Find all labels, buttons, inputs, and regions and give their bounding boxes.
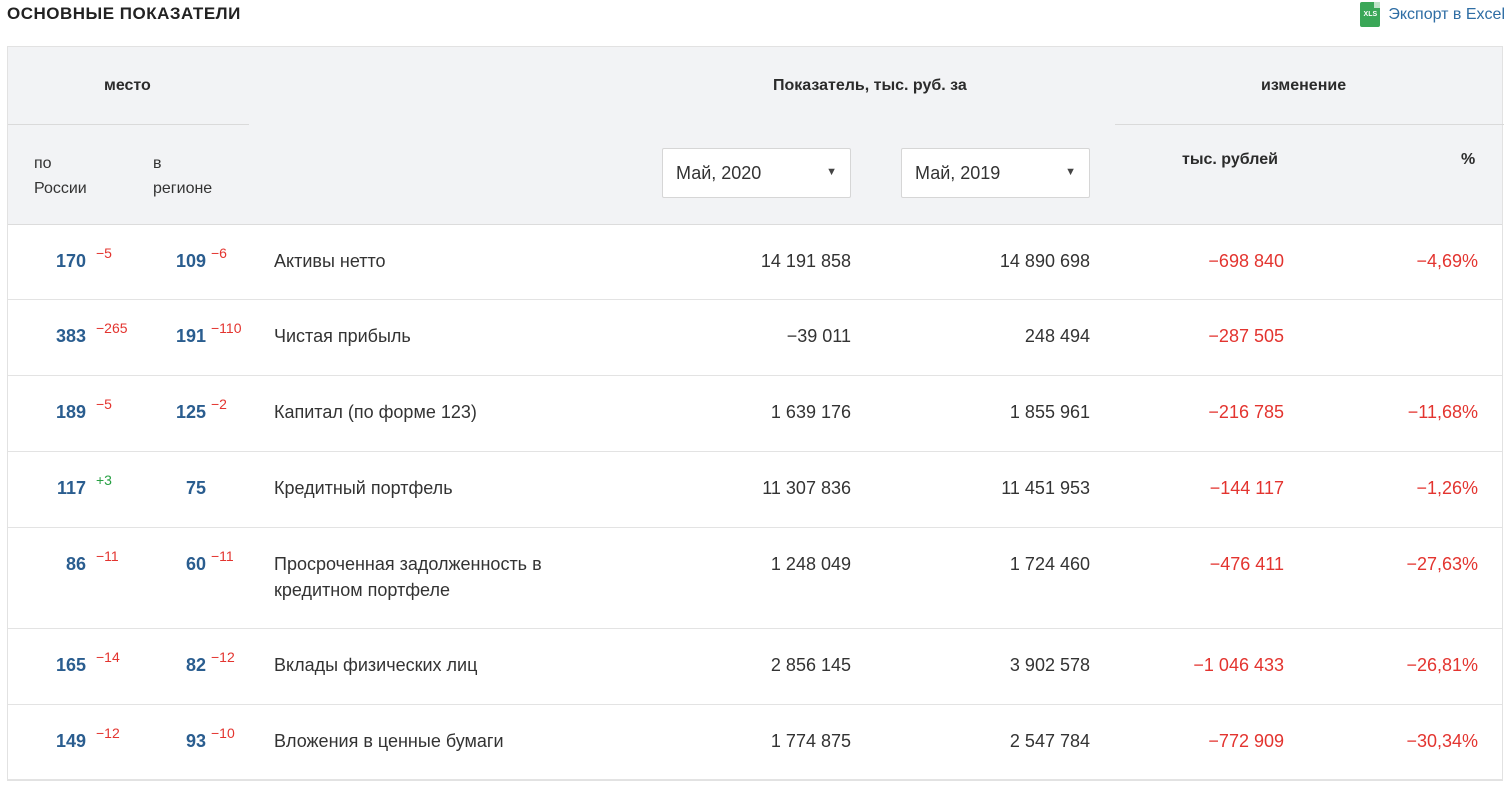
rank-region[interactable]: 93 — [148, 731, 206, 752]
rank-region[interactable]: 191 — [148, 326, 206, 347]
value-period-1: 1 774 875 — [770, 731, 851, 751]
rank-region-delta: −11 — [211, 548, 234, 564]
table-row: 189 −5 125 −2 Капитал (по форме 123) 1 639 17… — [8, 376, 1502, 452]
change-abs: −698 840 — [1208, 251, 1284, 271]
table-row: 149 −12 93 −10 Вложения в ценные бумаги 1 774… — [8, 705, 1502, 780]
table-row: 165 −14 82 −12 Вклады физических лиц 2 856 14… — [8, 629, 1502, 705]
indicator-name[interactable]: Кредитный портфель — [274, 475, 574, 501]
rank-region-delta: −12 — [211, 649, 235, 665]
change-pct: −26,81% — [1406, 655, 1478, 675]
rank-region-delta: −6 — [211, 245, 227, 261]
indicator-name[interactable]: Вложения в ценные бумаги — [274, 728, 574, 754]
rank-russia[interactable]: 170 — [28, 251, 86, 272]
indicator-name[interactable]: Чистая прибыль — [274, 323, 574, 349]
value-period-1: 1 639 176 — [770, 402, 851, 422]
value-period-1: 2 856 145 — [770, 655, 851, 675]
period-select-2[interactable]: Май, 2019 ▼ — [901, 148, 1090, 198]
rank-russia-delta: −11 — [96, 548, 119, 564]
value-period-2: 248 494 — [1024, 326, 1090, 346]
value-period-1: −39 011 — [786, 326, 851, 346]
page-title: ОСНОВНЫЕ ПОКАЗАТЕЛИ — [7, 4, 241, 23]
value-period-1: 1 248 049 — [770, 554, 851, 574]
indicators-table: место Показатель, тыс. руб. за изменение… — [7, 46, 1504, 781]
change-pct: −4,69% — [1416, 251, 1478, 271]
chevron-down-icon: ▼ — [1065, 166, 1076, 178]
rank-region[interactable]: 75 — [148, 478, 206, 499]
rank-russia-delta: −14 — [96, 649, 120, 665]
rank-russia-delta: −5 — [96, 396, 112, 412]
value-period-2: 1 724 460 — [1009, 554, 1090, 574]
rank-russia-delta: −5 — [96, 245, 112, 261]
period-select-1[interactable]: Май, 2020 ▼ — [662, 148, 851, 198]
export-excel-link[interactable]: XLS Экспорт в Excel — [1360, 2, 1505, 27]
value-period-1: 14 191 858 — [760, 251, 851, 271]
rank-russia-delta: −12 — [96, 725, 120, 741]
rank-region-delta: −110 — [211, 320, 242, 336]
table-header: место Показатель, тыс. руб. за изменение… — [8, 47, 1504, 225]
change-abs: −216 785 — [1208, 402, 1284, 422]
header-divider-right — [1115, 124, 1504, 125]
period-select-2-value: Май, 2019 — [915, 162, 1001, 183]
change-abs: −772 909 — [1208, 731, 1284, 751]
indicator-name[interactable]: Просроченная задолженность в кредитном п… — [274, 551, 574, 603]
header-place: место — [104, 77, 151, 94]
value-period-2: 2 547 784 — [1009, 731, 1090, 751]
rank-russia-delta: +3 — [96, 472, 112, 488]
change-abs: −144 117 — [1209, 478, 1284, 498]
header-rank-region[interactable]: в регионе — [153, 151, 212, 201]
rank-russia[interactable]: 383 — [28, 326, 86, 347]
header-indicator: Показатель, тыс. руб. за — [773, 77, 967, 94]
rank-region[interactable]: 125 — [148, 402, 206, 423]
change-pct: −11,68% — [1407, 402, 1478, 422]
rank-russia[interactable]: 149 — [28, 731, 86, 752]
table-row: 383 −265 191 −110 Чистая прибыль −39 011 248 4… — [8, 300, 1502, 376]
header-change-pct[interactable]: % — [1461, 151, 1475, 169]
value-period-2: 3 902 578 — [1009, 655, 1090, 675]
table-body: 170 −5 109 −6 Активы нетто 14 191 858 14 890 6… — [8, 225, 1502, 780]
table-row: 170 −5 109 −6 Активы нетто 14 191 858 14 890 6… — [8, 225, 1502, 300]
value-period-2: 14 890 698 — [999, 251, 1090, 271]
rank-region-delta: −2 — [211, 396, 227, 412]
xls-file-icon: XLS — [1360, 2, 1381, 27]
change-pct: −30,34% — [1406, 731, 1478, 751]
rank-region[interactable]: 82 — [148, 655, 206, 676]
change-pct: −27,63% — [1406, 554, 1478, 574]
table-row: 117 +3 75 Кредитный портфель 11 307 836 11 45… — [8, 452, 1502, 528]
rank-region[interactable]: 60 — [148, 554, 206, 575]
change-abs: −476 411 — [1209, 554, 1284, 574]
rank-region[interactable]: 109 — [148, 251, 206, 272]
table-row: 86 −11 60 −11 Просроченная задолженность в к… — [8, 528, 1502, 629]
indicator-name[interactable]: Капитал (по форме 123) — [274, 399, 574, 425]
value-period-2: 11 451 953 — [1001, 478, 1090, 498]
header-divider-left — [8, 124, 249, 125]
rank-russia[interactable]: 189 — [28, 402, 86, 423]
header-rank-russia[interactable]: по России — [34, 151, 87, 201]
indicator-name[interactable]: Вклады физических лиц — [274, 652, 574, 678]
chevron-down-icon: ▼ — [826, 166, 837, 178]
change-pct: −1,26% — [1416, 478, 1478, 498]
rank-russia[interactable]: 165 — [28, 655, 86, 676]
export-excel-label: Экспорт в Excel — [1388, 5, 1505, 23]
change-abs: −1 046 433 — [1193, 655, 1284, 675]
change-abs: −287 505 — [1208, 326, 1284, 346]
rank-russia[interactable]: 86 — [28, 554, 86, 575]
value-period-1: 11 307 836 — [762, 478, 851, 498]
period-select-1-value: Май, 2020 — [676, 162, 762, 183]
rank-russia[interactable]: 117 — [28, 478, 86, 499]
rank-russia-delta: −265 — [96, 320, 128, 336]
indicator-name[interactable]: Активы нетто — [274, 248, 574, 274]
header-change: изменение — [1261, 77, 1347, 94]
value-period-2: 1 855 961 — [1009, 402, 1090, 422]
header-change-abs[interactable]: тыс. рублей — [1182, 151, 1278, 169]
rank-region-delta: −10 — [211, 725, 235, 741]
